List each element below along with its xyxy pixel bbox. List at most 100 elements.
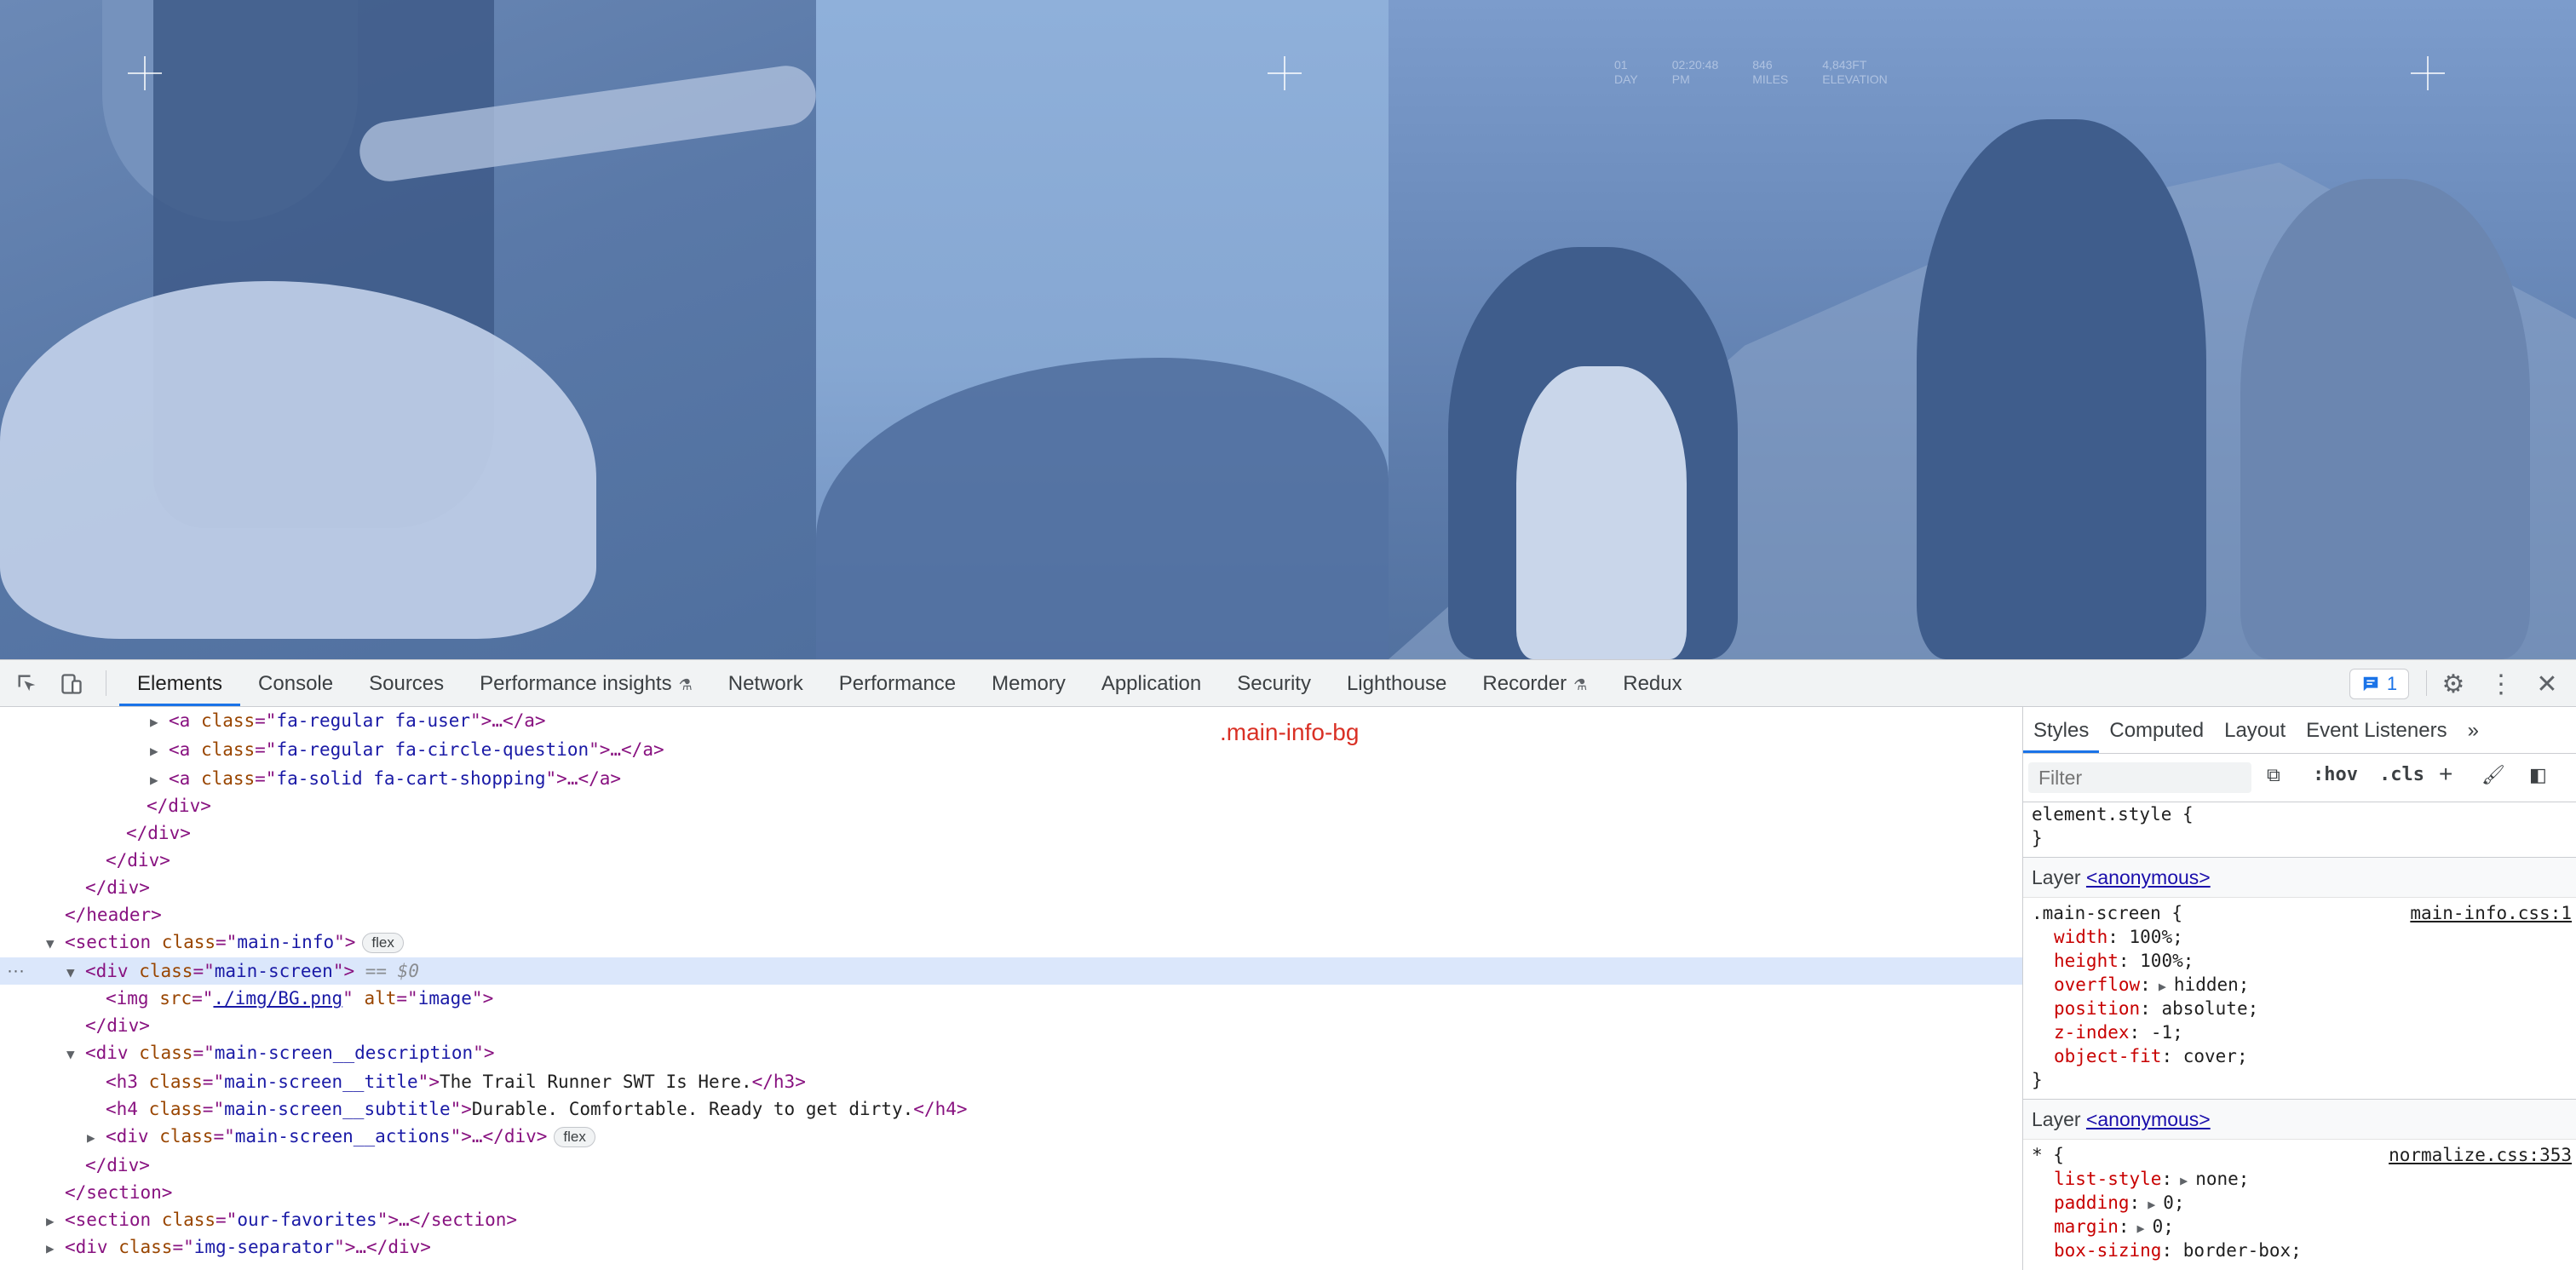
dom-node-a-question[interactable]: ▶ <a class="fa-regular fa-circle-question… <box>0 736 2022 763</box>
more-dots-icon[interactable]: ··· <box>7 957 25 985</box>
css-property[interactable]: z-index: -1; <box>2023 1020 2576 1044</box>
rule-selector[interactable]: .main-screen {main-info.css:1 <box>2023 901 2576 925</box>
css-property[interactable]: width: 100%; <box>2023 925 2576 949</box>
tab-security[interactable]: Security <box>1219 660 1329 706</box>
more-options-icon[interactable]: ⋮ <box>2486 669 2516 699</box>
more-tabs-chevron-icon[interactable]: » <box>2458 707 2489 753</box>
devtools-panel: Elements Console Sources Performance ins… <box>0 659 2576 1270</box>
dom-node-main-screen-selected[interactable]: ··· ▼ <div class="main-screen"> == $0 <box>0 957 2022 985</box>
collapse-arrow-icon[interactable]: ▼ <box>66 1041 85 1068</box>
close-devtools-icon[interactable]: ✕ <box>2532 669 2562 699</box>
hero-image-runners <box>1389 0 2576 659</box>
expand-arrow-icon[interactable]: ▶ <box>2172 1173 2195 1188</box>
flex-badge[interactable]: flex <box>554 1127 595 1147</box>
expand-arrow-icon[interactable]: ▶ <box>2140 1197 2163 1212</box>
issues-counter-button[interactable]: 1 <box>2349 669 2409 699</box>
layer-anonymous-link[interactable]: <anonymous> <box>2086 1108 2211 1130</box>
dom-close-div[interactable]: </div> <box>0 792 2022 819</box>
css-property[interactable]: list-style: ▶ none; <box>2023 1167 2576 1191</box>
tab-event-listeners[interactable]: Event Listeners <box>2296 707 2457 753</box>
css-property[interactable]: height: 100%; <box>2023 949 2576 973</box>
inspect-element-icon[interactable] <box>14 670 41 698</box>
styles-filter-input[interactable] <box>2028 762 2251 793</box>
rule-selector[interactable]: * {normalize.css:353 <box>2023 1143 2576 1167</box>
dom-node-description[interactable]: ▼ <div class="main-screen__description"> <box>0 1039 2022 1066</box>
device-toolbar-icon[interactable] <box>58 670 85 698</box>
tab-console[interactable]: Console <box>240 660 351 706</box>
dom-tag-open: <section <box>65 1210 162 1230</box>
css-property[interactable]: object-fit: cover; <box>2023 1044 2576 1068</box>
expand-arrow-icon[interactable]: ▶ <box>150 738 169 765</box>
dom-close-div[interactable]: </div> <box>0 847 2022 874</box>
tab-styles[interactable]: Styles <box>2023 707 2100 753</box>
dom-text-content: The Trail Runner SWT Is Here. <box>439 1072 752 1092</box>
expand-arrow-icon[interactable]: ▶ <box>46 1208 65 1235</box>
styles-tabs: Styles Computed Layout Event Listeners » <box>2023 707 2576 754</box>
dom-node-our-favorites[interactable]: ▶ <section class="our-favorites">…</secti… <box>0 1206 2022 1233</box>
paint-brush-icon[interactable]: 🖌 <box>2481 764 2505 786</box>
tab-lighthouse[interactable]: Lighthouse <box>1329 660 1464 706</box>
img-src-link[interactable]: ./img/BG.png <box>213 988 342 1009</box>
dom-node-h3-title[interactable]: <h3 class="main-screen__title">The Trail… <box>0 1068 2022 1095</box>
css-property[interactable]: overflow: ▶ hidden; <box>2023 973 2576 997</box>
dom-close-div[interactable]: </div> <box>0 1152 2022 1179</box>
rule-close-brace: } <box>2032 828 2043 848</box>
rule-source-link[interactable]: normalize.css:353 <box>2389 1143 2572 1167</box>
expand-arrow-icon[interactable]: ▶ <box>46 1235 65 1262</box>
css-prop-name: list-style <box>2054 1169 2162 1189</box>
dom-node-h4-subtitle[interactable]: <h4 class="main-screen__subtitle">Durabl… <box>0 1095 2022 1123</box>
dom-node-a-user[interactable]: ▶ <a class="fa-regular fa-user">…</a> <box>0 707 2022 734</box>
toggle-sidebar-icon[interactable]: ◧ <box>2529 764 2547 786</box>
dom-node-img-separator[interactable]: ▶ <div class="img-separator">…</div> <box>0 1233 2022 1261</box>
expand-arrow-icon[interactable]: ▶ <box>2130 1221 2153 1236</box>
tab-recorder[interactable]: Recorder ⚗ <box>1464 660 1605 706</box>
tab-performance-insights[interactable]: Performance insights ⚗ <box>462 660 710 706</box>
dom-tag-open: <section <box>65 932 162 952</box>
expand-arrow-icon[interactable]: ▶ <box>2151 979 2174 994</box>
dom-node-section-main-info[interactable]: ▼ <section class="main-info"> flex <box>0 928 2022 956</box>
tab-sources[interactable]: Sources <box>351 660 462 706</box>
dom-close-div[interactable]: </div> <box>0 819 2022 847</box>
dom-close-header[interactable]: </header> <box>0 901 2022 928</box>
dom-node-img[interactable]: <img src="./img/BG.png" alt="image"> <box>0 985 2022 1012</box>
dom-close-div[interactable]: </div> <box>0 874 2022 901</box>
tab-memory[interactable]: Memory <box>974 660 1084 706</box>
tab-computed[interactable]: Computed <box>2099 707 2214 753</box>
dom-tag-rest: "> <box>473 1043 495 1063</box>
expand-arrow-icon[interactable]: ▶ <box>150 767 169 794</box>
dom-attr-value: main-screen__title <box>224 1072 418 1092</box>
dom-node-a-cart[interactable]: ▶ <a class="fa-solid fa-cart-shopping">…<… <box>0 765 2022 792</box>
css-property[interactable]: position: absolute; <box>2023 997 2576 1020</box>
tab-application[interactable]: Application <box>1084 660 1219 706</box>
expand-arrow-icon[interactable]: ▶ <box>87 1124 106 1152</box>
dom-eq: =" <box>193 1043 215 1063</box>
css-property[interactable]: box-sizing: border-box; <box>2023 1238 2576 1262</box>
stat-time: 02:20:48 PM <box>1672 58 1719 87</box>
tab-redux[interactable]: Redux <box>1605 660 1699 706</box>
new-rule-plus-icon[interactable]: + <box>2439 761 2452 788</box>
expand-arrow-icon[interactable]: ▶ <box>150 709 169 736</box>
layer-anonymous-link[interactable]: <anonymous> <box>2086 866 2211 888</box>
element-style-selector[interactable]: element.style { <box>2023 802 2576 826</box>
css-property[interactable]: padding: ▶ 0; <box>2023 1191 2576 1215</box>
dom-tag-close: </h3> <box>751 1072 806 1092</box>
dom-eq: =" <box>202 1099 225 1119</box>
collapse-arrow-icon[interactable]: ▼ <box>46 930 65 957</box>
cls-toggle[interactable]: .cls <box>2379 764 2424 785</box>
stat-day: 01 DAY <box>1614 58 1638 87</box>
tab-network[interactable]: Network <box>710 660 821 706</box>
hov-toggle[interactable]: :hov <box>2313 764 2358 785</box>
dom-close-section[interactable]: </section> <box>0 1179 2022 1206</box>
tab-performance[interactable]: Performance <box>821 660 974 706</box>
dom-node-actions[interactable]: ▶ <div class="main-screen__actions">…</di… <box>0 1123 2022 1150</box>
tab-elements[interactable]: Elements <box>119 660 241 706</box>
dom-eq: =" <box>255 710 277 731</box>
tab-layout[interactable]: Layout <box>2214 707 2296 753</box>
rule-source-link[interactable]: main-info.css:1 <box>2410 901 2572 925</box>
settings-gear-icon[interactable]: ⚙ <box>2438 669 2469 699</box>
css-property[interactable]: margin: ▶ 0; <box>2023 1215 2576 1238</box>
dom-close-div[interactable]: </div> <box>0 1012 2022 1039</box>
toggle-layers-icon[interactable]: ⧉ <box>2267 764 2280 786</box>
flex-badge[interactable]: flex <box>362 933 404 953</box>
collapse-arrow-icon[interactable]: ▼ <box>66 959 85 986</box>
